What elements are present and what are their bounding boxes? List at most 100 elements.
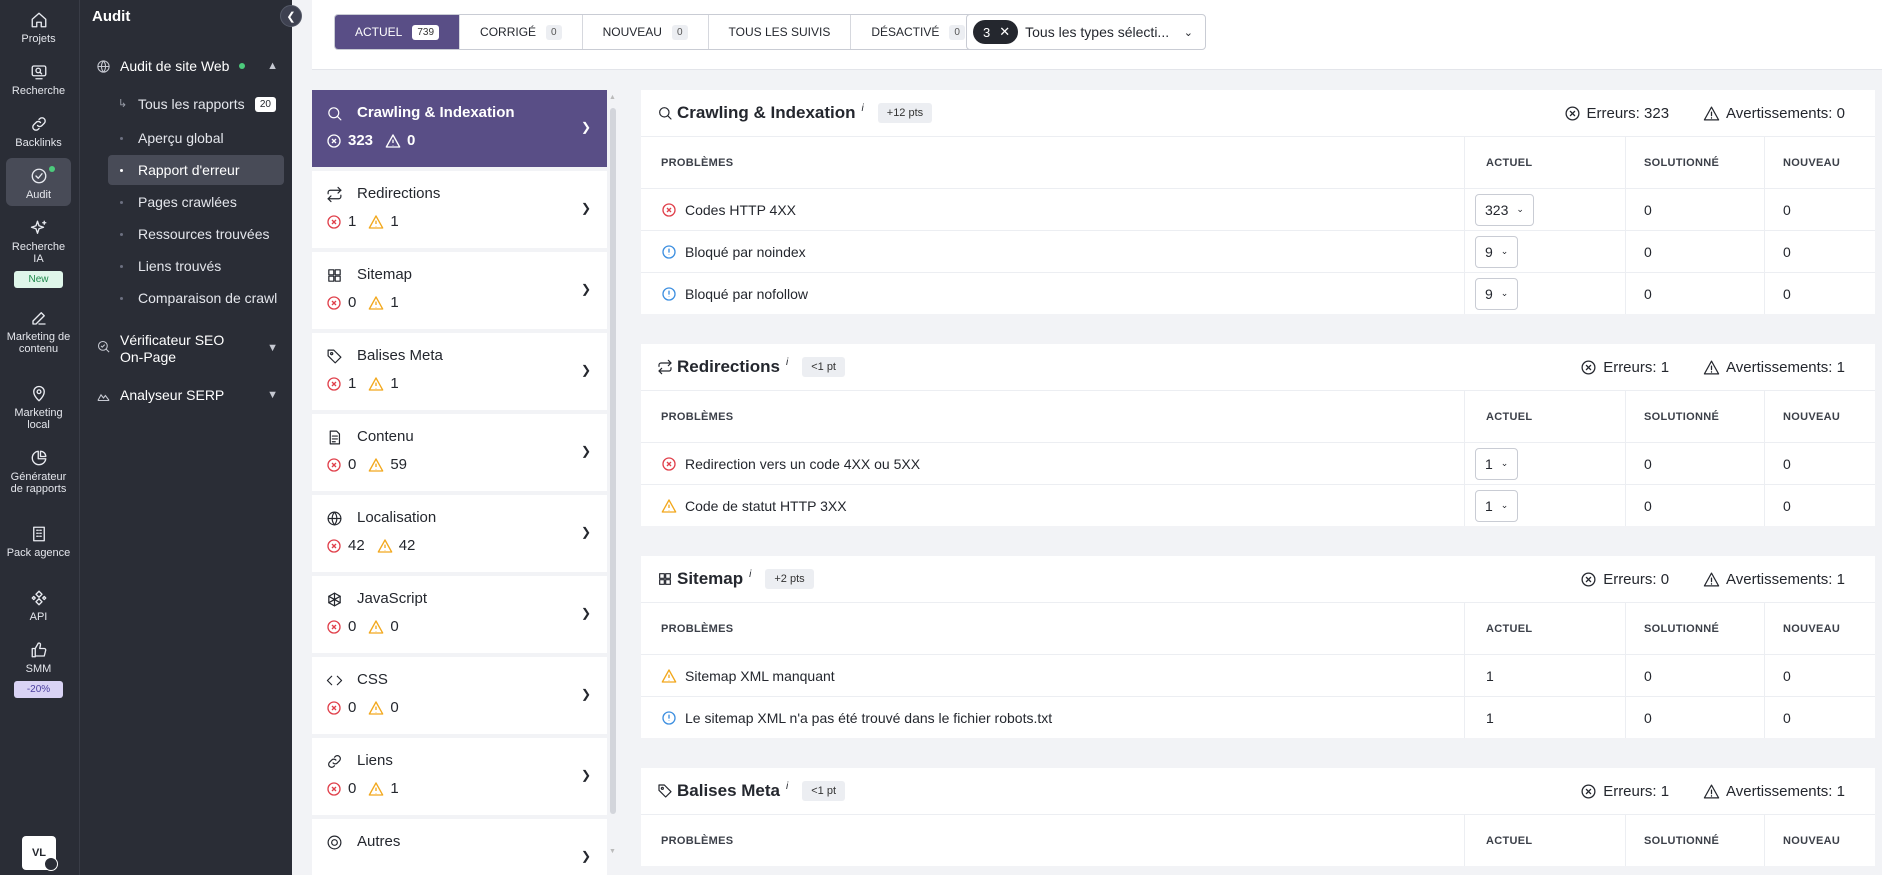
- warning-icon: [369, 619, 384, 634]
- rail-item-smm[interactable]: SMM: [6, 640, 71, 676]
- problem-label[interactable]: Codes HTTP 4XX: [685, 202, 796, 218]
- problem-label[interactable]: Sitemap XML manquant: [685, 668, 835, 684]
- current-value: 323: [1485, 201, 1509, 218]
- category-card-localisation[interactable]: Localisation 42 42 ❯: [312, 495, 607, 572]
- status-tabs: ACTUEL 739 CORRIGÉ 0 NOUVEAU 0 TOUS LES SUI…: [334, 14, 986, 50]
- sidebar-item-rapport-erreur[interactable]: Rapport d'erreur: [108, 155, 284, 185]
- status-dot: [239, 63, 246, 69]
- link-icon: [29, 114, 49, 134]
- col-solved: SOLUTIONNÉ: [1644, 410, 1720, 423]
- sidebar-item-tous-les-rapports[interactable]: ↳ Tous les rapports 20: [108, 89, 284, 119]
- rail-item-marketing-local[interactable]: Marketing local: [6, 384, 71, 432]
- current-count-dropdown[interactable]: 9 ⌄: [1475, 277, 1519, 310]
- rail-item-label: Marketing de contenu: [6, 331, 71, 355]
- sidebar-section-site-audit[interactable]: Audit de site Web ▲: [96, 58, 292, 74]
- table-row[interactable]: Code de statut HTTP 3XX 1 ⌄ 0 0: [641, 484, 1875, 526]
- rail-item-api[interactable]: API: [6, 588, 71, 624]
- sidebar-section-serp[interactable]: Analyseur SERP ▼: [96, 387, 292, 403]
- warning-icon: [1703, 783, 1720, 799]
- category-card-crawling-indexation[interactable]: Crawling & Indexation 323 0 ❯: [312, 90, 607, 167]
- current-count-dropdown[interactable]: 1 ⌄: [1475, 489, 1519, 522]
- sidebar-item-comparaison-crawl[interactable]: Comparaison de crawl: [108, 283, 284, 313]
- category-card-javascript[interactable]: JavaScript 0 0 ❯: [312, 576, 607, 653]
- rail-item-audit[interactable]: Audit: [6, 158, 71, 206]
- category-card-redirections[interactable]: Redirections 1 1 ❯: [312, 171, 607, 248]
- scroll-up-arrow[interactable]: ▲: [608, 94, 617, 101]
- category-card-css[interactable]: CSS 0 0 ❯: [312, 657, 607, 734]
- sidebar-item-liens-trouves[interactable]: Liens trouvés: [108, 251, 284, 281]
- column-divider: [1625, 137, 1626, 188]
- warning-icon: [369, 295, 384, 310]
- info-tooltip-icon[interactable]: i: [862, 103, 864, 114]
- tab-corrige[interactable]: CORRIGÉ 0: [460, 15, 583, 49]
- current-value: 1: [1485, 497, 1493, 514]
- chevron-left-icon: ❮: [286, 10, 296, 23]
- warning-count: 0: [390, 618, 399, 635]
- scrollbar-thumb[interactable]: [610, 108, 616, 814]
- rail-item-pack-agence[interactable]: Pack agence: [6, 524, 71, 572]
- sidebar-item-apercu-global[interactable]: Aperçu global: [108, 123, 284, 153]
- table-row[interactable]: Sitemap XML manquant 1 0 0: [641, 654, 1875, 696]
- warnings-label: Avertissements:: [1726, 782, 1833, 800]
- rail-item-marketing-contenu[interactable]: Marketing de contenu: [6, 308, 71, 368]
- sidebar-title: Audit: [92, 8, 131, 25]
- issue-type-select[interactable]: 3 ✕ Tous les types sélecti... ⌄: [966, 14, 1206, 50]
- sidebar-section-onpage[interactable]: Vérificateur SEO On-Page ▼: [96, 332, 292, 366]
- table-row[interactable]: Bloqué par nofollow 9 ⌄ 0 0: [641, 272, 1875, 314]
- chevron-right-icon: ❯: [580, 444, 591, 458]
- tab-nouveau[interactable]: NOUVEAU 0: [583, 15, 709, 49]
- category-name: Liens: [357, 752, 393, 769]
- table-row[interactable]: Codes HTTP 4XX 323 ⌄ 0 0: [641, 188, 1875, 230]
- table-row[interactable]: Le sitemap XML n'a pas été trouvé dans l…: [641, 696, 1875, 738]
- close-icon[interactable]: ✕: [999, 24, 1010, 40]
- info-tooltip-icon[interactable]: i: [786, 781, 788, 792]
- column-divider: [1464, 273, 1465, 314]
- tab-tous-les-suivis[interactable]: TOUS LES SUIVIS: [709, 15, 852, 49]
- rail-item-recherche[interactable]: Recherche: [6, 62, 71, 98]
- check-circle-icon: [29, 166, 49, 186]
- tab-label: ACTUEL: [355, 25, 403, 39]
- col-new: NOUVEAU: [1783, 834, 1841, 847]
- tab-desactive[interactable]: DÉSACTIVÉ 0: [851, 15, 985, 49]
- category-name: Sitemap: [357, 266, 413, 283]
- sidebar-item-label: Pages crawlées: [138, 194, 237, 210]
- category-card-liens[interactable]: Liens 0 1 ❯: [312, 738, 607, 815]
- warning-icon: [369, 214, 384, 229]
- error-icon: [327, 295, 341, 310]
- sidebar-item-pages-crawlees[interactable]: Pages crawlées: [108, 187, 284, 217]
- category-card-autres[interactable]: Autres ❯: [312, 819, 607, 875]
- rail-item-projets[interactable]: Projets: [6, 10, 71, 46]
- error-icon: [327, 781, 341, 796]
- gear-icon[interactable]: [44, 857, 58, 871]
- rail-item-backlinks[interactable]: Backlinks: [6, 114, 71, 150]
- problem-label[interactable]: Bloqué par nofollow: [685, 286, 808, 302]
- category-stats: 323 0: [326, 132, 427, 149]
- problem-label[interactable]: Bloqué par noindex: [685, 244, 806, 260]
- tag-icon: [658, 784, 672, 798]
- sidebar-item-ressources-trouvees[interactable]: Ressources trouvées: [108, 219, 284, 249]
- current-count-dropdown[interactable]: 323 ⌄: [1475, 193, 1534, 226]
- problem-label[interactable]: Code de statut HTTP 3XX: [685, 498, 847, 514]
- chevron-right-icon: ❯: [580, 606, 591, 620]
- errors-value: 323: [1644, 104, 1670, 122]
- rail-item-generateur[interactable]: Générateur de rapports: [6, 448, 71, 508]
- category-stats: 0 1: [326, 780, 411, 797]
- chevron-right-icon: ❯: [580, 525, 591, 539]
- scroll-down-arrow[interactable]: ▼: [608, 848, 617, 855]
- current-count-dropdown[interactable]: 9 ⌄: [1475, 235, 1519, 268]
- category-card-balises-meta[interactable]: Balises Meta 1 1 ❯: [312, 333, 607, 410]
- current-count-dropdown[interactable]: 1 ⌄: [1475, 447, 1519, 480]
- problem-label[interactable]: Le sitemap XML n'a pas été trouvé dans l…: [685, 710, 1052, 726]
- table-row[interactable]: Bloqué par noindex 9 ⌄ 0 0: [641, 230, 1875, 272]
- rail-item-recherche-ia[interactable]: Recherche IA: [6, 218, 71, 266]
- tab-actuel[interactable]: ACTUEL 739: [335, 15, 461, 49]
- problem-cell: Codes HTTP 4XX: [661, 202, 796, 218]
- info-tooltip-icon[interactable]: i: [749, 569, 751, 580]
- table-row[interactable]: Redirection vers un code 4XX ou 5XX 1 ⌄ 0…: [641, 442, 1875, 484]
- problem-label[interactable]: Redirection vers un code 4XX ou 5XX: [685, 456, 920, 472]
- info-tooltip-icon[interactable]: i: [786, 357, 788, 368]
- category-card-sitemap[interactable]: Sitemap 0 1 ❯: [312, 252, 607, 329]
- category-card-contenu[interactable]: Contenu 0 59 ❯: [312, 414, 607, 491]
- type-filter-label: Tous les types sélecti...: [1025, 24, 1170, 40]
- collapse-sidebar-button[interactable]: ❮: [280, 5, 302, 27]
